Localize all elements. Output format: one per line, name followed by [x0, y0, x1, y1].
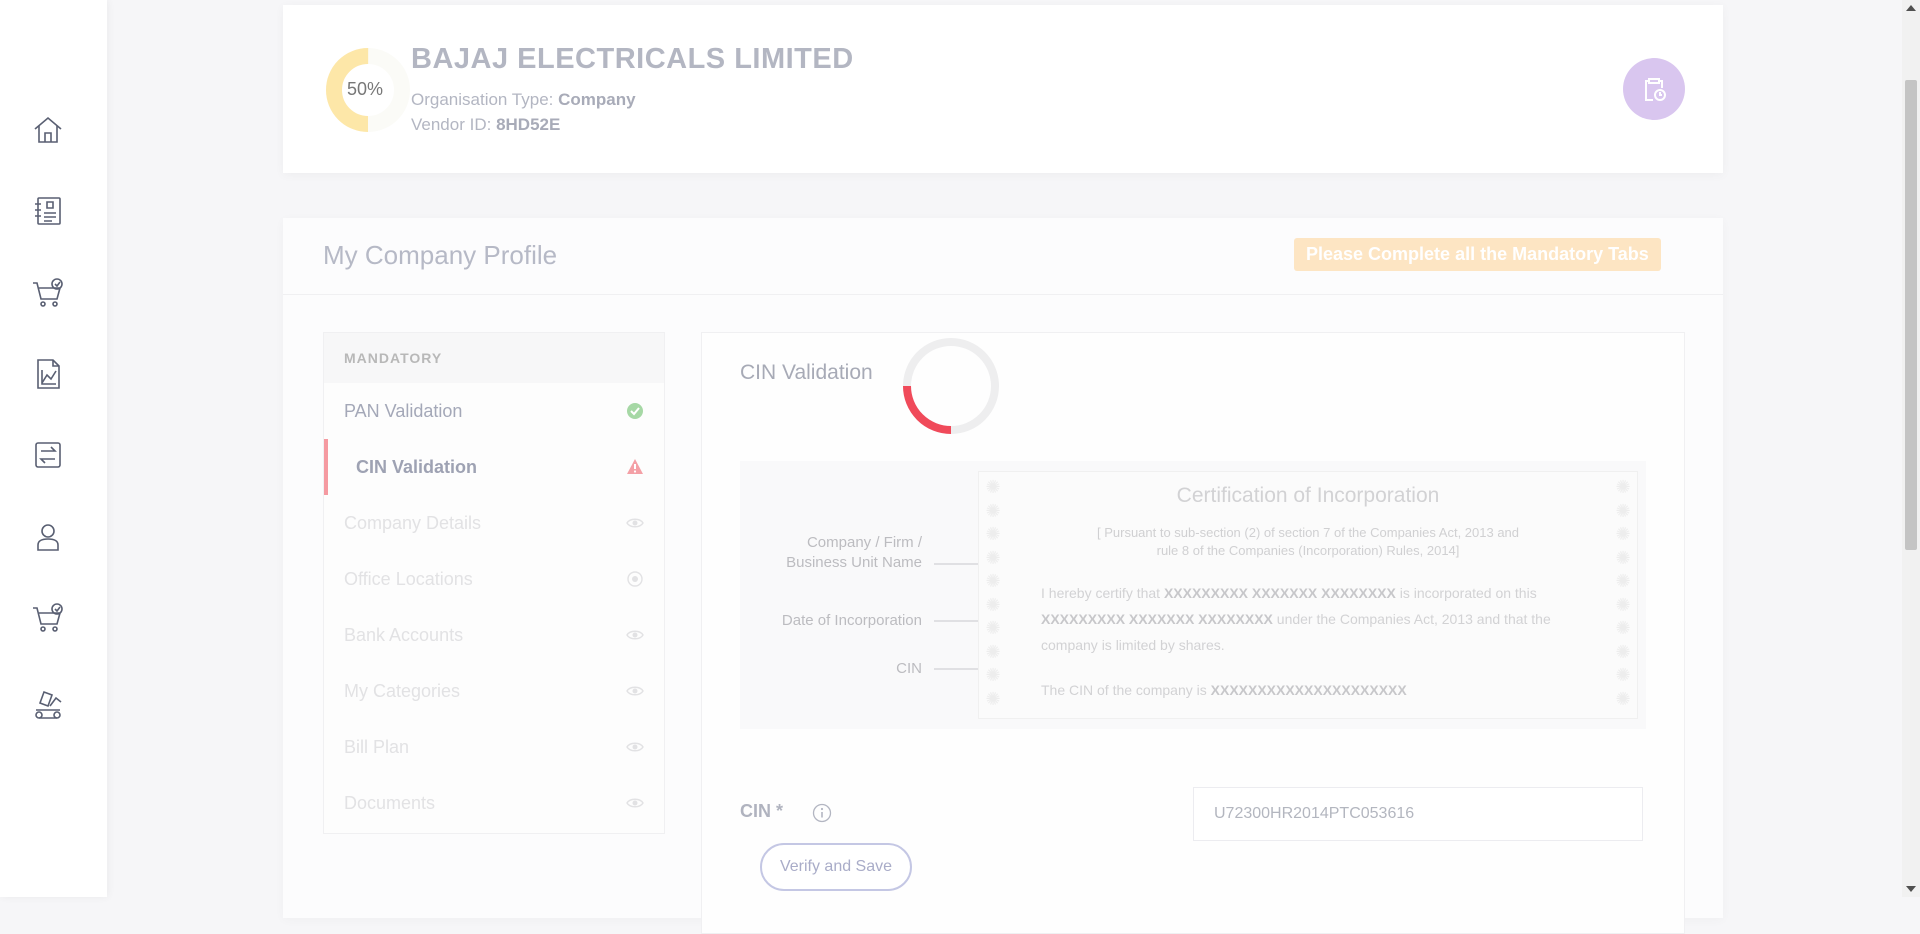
- company-header-card: 50% BAJAJ ELECTRICALS LIMITED Organisati…: [283, 5, 1723, 173]
- eye-icon: [626, 798, 644, 808]
- tab-cin-validation[interactable]: CIN Validation: [324, 439, 664, 495]
- transfer-icon: [35, 442, 61, 468]
- warning-triangle-icon: [627, 459, 643, 474]
- tab-label: PAN Validation: [344, 401, 463, 421]
- eye-icon: [627, 571, 643, 587]
- cart-check-icon: [33, 278, 63, 307]
- profile-tabs-panel: MANDATORY PAN Validation CIN Validation …: [323, 332, 665, 834]
- tab-company-details[interactable]: Company Details: [324, 495, 664, 551]
- page-scrollbar[interactable]: [1902, 0, 1920, 897]
- user-icon: [37, 524, 59, 551]
- tab-documents[interactable]: Documents: [324, 775, 664, 831]
- divider: [283, 294, 1723, 295]
- home-icon: [34, 116, 62, 143]
- nav-home[interactable]: [27, 109, 69, 151]
- tab-label: Documents: [344, 793, 436, 813]
- label-company-name-text: Company / Firm / Business Unit Name: [786, 534, 922, 571]
- clipboard-clock-icon: [1645, 78, 1666, 101]
- company-name: BAJAJ ELECTRICALS LIMITED: [411, 43, 854, 75]
- certificate-sample: Company / Firm / Business Unit Name Date…: [740, 461, 1646, 729]
- eye-icon: [626, 518, 644, 528]
- placeholder-date: XXXXXXXXX XXXXXXX XXXXXXXX: [1041, 611, 1273, 627]
- certificate-line-2: XXXXXXXXX XXXXXXX XXXXXXXX under the Com…: [1041, 606, 1601, 632]
- org-type-label: Organisation Type:: [411, 90, 559, 109]
- verify-and-save-button[interactable]: Verify and Save: [760, 843, 912, 891]
- conveyor-icon: [35, 690, 62, 719]
- tabs-header: MANDATORY: [324, 333, 664, 383]
- catalog-icon: [35, 197, 61, 225]
- certificate-cin-line: The CIN of the company is XXXXXXXXXXXXXX…: [1041, 677, 1601, 703]
- tab-label: CIN Validation: [356, 457, 478, 477]
- page-title: My Company Profile: [323, 240, 558, 270]
- report-chart-icon: [37, 359, 60, 389]
- nav-reports[interactable]: [27, 353, 69, 395]
- tab-label: Bill Plan: [344, 737, 410, 757]
- cin-validation-panel: CIN Validation Company / Firm / Business…: [701, 332, 1685, 934]
- vendor-id-label: Vendor ID:: [411, 115, 497, 134]
- eye-icon: [626, 686, 644, 696]
- certificate-border-left: ✺ ✺ ✺ ✺ ✺ ✺ ✺ ✺ ✺ ✺: [985, 477, 1001, 709]
- certificate-line-1: I hereby certify that XXXXXXXXX XXXXXXX …: [1041, 580, 1601, 606]
- eye-icon: [626, 630, 644, 640]
- certificate-border-right: ✺ ✺ ✺ ✺ ✺ ✺ ✺ ✺ ✺ ✺: [1615, 477, 1631, 709]
- vendor-id: Vendor ID: 8HD52E: [411, 115, 560, 135]
- certificate-sub-line1: [ Pursuant to sub-section (2) of section…: [1096, 525, 1520, 540]
- left-nav: [0, 0, 107, 897]
- eye-icon: [626, 742, 644, 752]
- cin-input[interactable]: U72300HR2014PTC053616: [1193, 787, 1643, 841]
- scroll-thumb[interactable]: [1905, 80, 1917, 550]
- certificate-sub-line2: rule 8 of the Companies (Incorporation) …: [1156, 543, 1460, 558]
- clipboard-action-button[interactable]: [1623, 58, 1685, 120]
- active-tab-indicator: [324, 439, 328, 495]
- tab-label: Bank Accounts: [344, 625, 464, 645]
- tab-label: Office Locations: [344, 569, 473, 589]
- check-circle-icon: [627, 403, 643, 419]
- certificate-subheading: [ Pursuant to sub-section (2) of section…: [1039, 524, 1577, 560]
- certificate-document: ✺ ✺ ✺ ✺ ✺ ✺ ✺ ✺ ✺ ✺ ✺ ✺ ✺ ✺ ✺ ✺ ✺ ✺ ✺ ✺ Certification of I…: [978, 471, 1638, 719]
- tab-bank-accounts[interactable]: Bank Accounts: [324, 607, 664, 663]
- tab-my-categories[interactable]: My Categories: [324, 663, 664, 719]
- nav-profile[interactable]: [27, 516, 69, 558]
- mandatory-tabs-badge: Please Complete all the Mandatory Tabs: [1294, 238, 1661, 271]
- nav-logistics[interactable]: [27, 683, 69, 725]
- company-profile-card: My Company Profile Please Complete all t…: [283, 218, 1723, 934]
- scroll-up-arrow-icon[interactable]: [1906, 5, 1916, 11]
- text: under the Companies Act, 2013 and that t…: [1272, 611, 1551, 627]
- text: I hereby certify that: [1041, 585, 1164, 601]
- tab-office-locations[interactable]: Office Locations: [324, 551, 664, 607]
- label-cin: CIN: [896, 660, 922, 677]
- certificate-body: I hereby certify that XXXXXXXXX XXXXXXX …: [1041, 580, 1601, 658]
- cin-field-label: CIN *: [740, 801, 784, 821]
- nav-orders[interactable]: [27, 272, 69, 314]
- vendor-id-value: 8HD52E: [496, 115, 561, 134]
- certificate-heading: Certification of Incorporation: [1176, 484, 1440, 507]
- nav-purchase[interactable]: [27, 597, 69, 639]
- scroll-down-arrow-icon[interactable]: [1906, 886, 1916, 892]
- org-type-value: Company: [558, 90, 636, 109]
- placeholder-cin: XXXXXXXXXXXXXXXXXXXXX: [1210, 682, 1407, 698]
- tab-label: My Categories: [344, 681, 461, 701]
- nav-catalog[interactable]: [27, 190, 69, 232]
- label-company-name: Company / Firm / Business Unit Name: [752, 533, 922, 573]
- tab-pan-validation[interactable]: PAN Validation: [324, 383, 664, 439]
- progress-percent: 50%: [347, 79, 384, 99]
- certificate-line-3: company is limited by shares.: [1041, 637, 1225, 653]
- label-date-of-incorporation: Date of Incorporation: [781, 612, 922, 629]
- tab-label: Company Details: [344, 513, 482, 533]
- section-title: CIN Validation: [740, 361, 873, 384]
- loading-spinner: [903, 338, 999, 434]
- nav-transactions[interactable]: [27, 434, 69, 476]
- text: is incorporated on this: [1395, 585, 1537, 601]
- cart-check-icon-2: [33, 603, 63, 632]
- placeholder-name: XXXXXXXXX XXXXXXX XXXXXXXX: [1163, 585, 1396, 601]
- text: The CIN of the company is: [1041, 682, 1211, 698]
- info-icon[interactable]: [812, 803, 832, 823]
- organisation-type: Organisation Type: Company: [411, 90, 636, 110]
- tab-bill-plan[interactable]: Bill Plan: [324, 719, 664, 775]
